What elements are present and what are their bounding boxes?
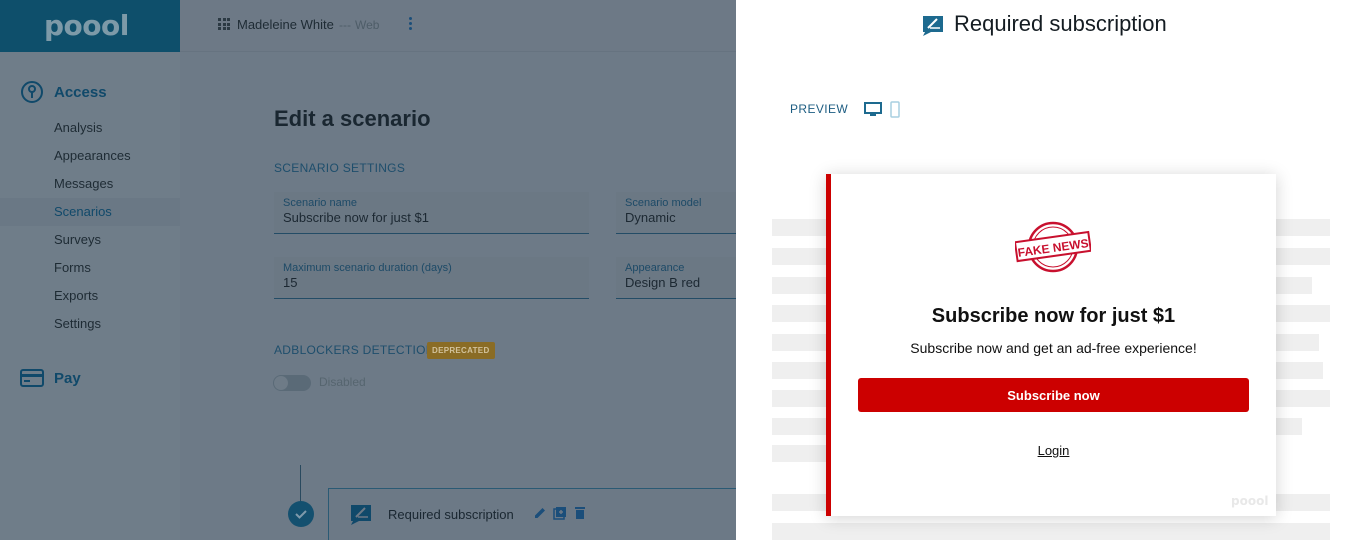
field-value: 15 [283,275,298,290]
skeleton-line [772,445,832,462]
deprecated-badge: DEPRECATED [427,342,495,359]
sidebar-item-appearances[interactable]: Appearances [0,142,180,170]
fake-news-stamp-icon: FAKE NEWS [1015,221,1091,273]
field-value: Dynamic [625,210,676,225]
keyhole-icon [21,81,43,103]
step-status [288,501,314,527]
sidebar-item-scenarios[interactable]: Scenarios [0,198,180,226]
panel-title: Required subscription [954,11,1167,36]
apps-grid-icon[interactable] [218,18,230,30]
scenario-name-field[interactable]: Scenario name Subscribe now for just $1 [274,192,589,234]
duplicate-icon[interactable] [553,506,567,520]
field-value: Design B red [625,275,701,290]
sidebar-item-analysis[interactable]: Analysis [0,114,180,142]
section-title: SCENARIO SETTINGS [274,161,406,175]
app-background: poool Access Analysis Appearances Messag… [0,0,748,540]
field-label: Scenario model [625,197,702,209]
nav-section-label: Access [54,83,107,101]
sidebar-item-settings[interactable]: Settings [0,310,180,338]
paywall-icon [351,505,371,525]
scenario-step-card[interactable]: Required subscription [328,488,748,540]
user-separator: --- [339,18,351,32]
subscribe-button[interactable]: Subscribe now [858,378,1249,412]
desktop-icon[interactable] [864,102,882,118]
field-value: Subscribe now for just $1 [283,210,429,225]
appearance-field[interactable]: Appearance Design B red [616,257,736,299]
timeline-line [300,465,301,505]
logo-bar: poool [0,0,180,52]
preview-label: PREVIEW [790,102,849,116]
max-duration-field[interactable]: Maximum scenario duration (days) 15 [274,257,589,299]
preview-panel: Required subscription PREVIEW FAKE NEWS … [736,0,1366,540]
nav-section-access[interactable]: Access [20,80,107,104]
main-content: Edit a scenario SCENARIO SETTINGS Scenar… [180,52,748,540]
sidebar-item-messages[interactable]: Messages [0,170,180,198]
field-label: Maximum scenario duration (days) [283,262,452,274]
sidebar: poool Access Analysis Appearances Messag… [0,0,180,540]
check-icon [295,510,307,519]
sidebar-item-exports[interactable]: Exports [0,282,180,310]
sidebar-item-forms[interactable]: Forms [0,254,180,282]
kebab-menu-icon[interactable] [406,17,414,33]
step-label: Required subscription [388,507,514,522]
skeleton-line [772,523,1330,540]
toggle-label: Disabled [319,375,366,389]
trash-icon[interactable] [574,506,586,520]
nav-section-label: Pay [54,369,81,387]
scenario-model-field[interactable]: Scenario model Dynamic [616,192,736,234]
credit-card-icon [20,369,44,387]
topbar: Madeleine White --- Web [180,0,736,52]
adblock-toggle[interactable] [273,375,311,391]
paywall-icon [923,16,943,36]
user-name[interactable]: Madeleine White [237,17,334,32]
field-label: Scenario name [283,197,357,209]
page-title: Edit a scenario [274,106,431,131]
mobile-icon[interactable] [890,101,900,118]
watermark-logo: poool [1231,494,1269,508]
adblock-title: ADBLOCKERS DETECTION [274,343,435,357]
nav-section-pay[interactable]: Pay [20,367,81,389]
logo: poool [44,9,129,42]
login-link[interactable]: Login [831,443,1276,458]
sidebar-item-surveys[interactable]: Surveys [0,226,180,254]
field-label: Appearance [625,262,685,274]
paywall-preview-modal: FAKE NEWS Subscribe now for just $1 Subs… [826,174,1276,516]
user-channel: Web [355,18,380,32]
modal-title: Subscribe now for just $1 [931,305,1176,327]
modal-subtitle: Subscribe now and get an ad-free experie… [910,340,1197,356]
edit-icon[interactable] [533,506,547,520]
